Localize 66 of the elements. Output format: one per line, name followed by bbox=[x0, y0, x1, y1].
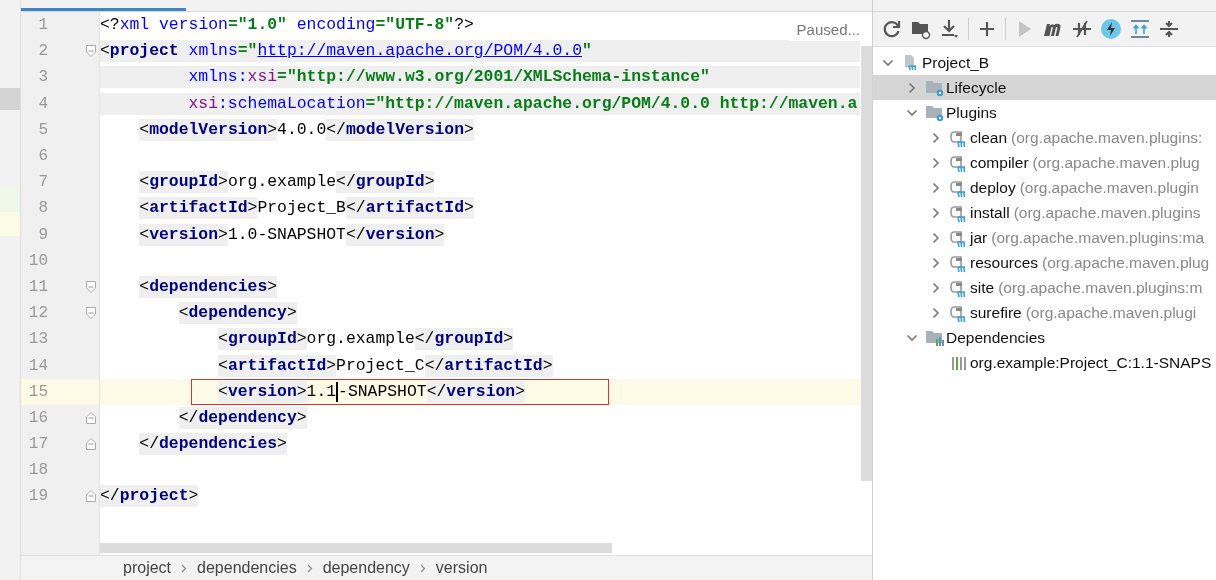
line-number: 1 bbox=[37, 16, 48, 35]
code-line: <groupId>org.example</groupId> bbox=[138, 171, 435, 194]
collapse-all-icon[interactable] bbox=[1158, 18, 1180, 40]
code-line: <dependencies> bbox=[138, 275, 278, 298]
scrollbar[interactable] bbox=[100, 543, 612, 553]
line-number: 11 bbox=[27, 277, 48, 296]
line-number: 17 bbox=[27, 435, 48, 454]
tree-item[interactable]: resources (org.apache.maven.plug bbox=[873, 250, 1216, 275]
expand-all-icon[interactable] bbox=[1129, 18, 1151, 40]
code-line: <dependency> bbox=[177, 302, 297, 325]
line-number: 15 bbox=[27, 382, 48, 401]
line-number: 12 bbox=[27, 304, 48, 323]
code-line: </project> bbox=[100, 485, 199, 508]
tree-item[interactable]: deploy (org.apache.maven.plugin bbox=[873, 175, 1216, 200]
fold-icon[interactable] bbox=[86, 45, 96, 58]
code-line: </dependency> bbox=[177, 406, 307, 429]
line-number: 2 bbox=[37, 42, 48, 61]
line-number: 6 bbox=[37, 147, 48, 166]
breadcrumb-item[interactable]: project bbox=[123, 559, 172, 577]
chevron-icon bbox=[181, 563, 188, 573]
line-number: 10 bbox=[27, 251, 48, 270]
download-icon[interactable] bbox=[939, 18, 961, 40]
line-number: 9 bbox=[37, 225, 48, 244]
line-number: 19 bbox=[27, 487, 48, 506]
line-number: 5 bbox=[37, 120, 48, 139]
tree-item[interactable]: jar (org.apache.maven.plugins:ma bbox=[873, 225, 1216, 250]
line-number: 13 bbox=[27, 330, 48, 349]
tree-item[interactable]: Dependencies bbox=[873, 325, 1216, 350]
fold-icon[interactable] bbox=[86, 411, 96, 424]
tree-item[interactable]: install (org.apache.maven.plugins bbox=[873, 200, 1216, 225]
lightning-icon[interactable] bbox=[1100, 18, 1122, 40]
tree-item[interactable]: site (org.apache.maven.plugins:m bbox=[873, 275, 1216, 300]
tree-item[interactable]: clean (org.apache.maven.plugins: bbox=[873, 125, 1216, 150]
refresh-icon[interactable] bbox=[881, 18, 903, 40]
skip-icon[interactable] bbox=[1071, 18, 1093, 40]
line-number: 3 bbox=[37, 68, 48, 87]
fold-icon[interactable] bbox=[86, 438, 96, 451]
scrollbar[interactable] bbox=[861, 46, 872, 481]
fold-icon[interactable] bbox=[86, 307, 96, 320]
chevron-icon bbox=[306, 563, 313, 573]
line-number: 16 bbox=[27, 408, 48, 427]
code-line: <artifactId>Project_C</artifactId> bbox=[217, 354, 553, 377]
fold-icon[interactable] bbox=[86, 490, 96, 503]
tree-item[interactable]: Lifecycle bbox=[873, 75, 1216, 100]
chevron-icon bbox=[419, 563, 426, 573]
code-line: <?xml version="1.0" encoding="UTF-8"?> bbox=[100, 14, 474, 37]
code-line: <artifactId>Project_B</artifactId> bbox=[138, 197, 474, 220]
line-number: 14 bbox=[27, 356, 48, 375]
code-line: <version>1.1-SNAPSHOT</version> bbox=[217, 380, 525, 403]
line-number: 8 bbox=[37, 199, 48, 218]
breadcrumb-item[interactable]: version bbox=[435, 559, 488, 577]
fold-icon[interactable] bbox=[86, 280, 96, 293]
tree-item[interactable]: org.example:Project_C:1.1-SNAPS bbox=[873, 350, 1216, 375]
code-line: <modelVersion>4.0.0</modelVersion> bbox=[138, 118, 474, 141]
breadcrumb-item[interactable]: dependencies bbox=[197, 559, 297, 577]
breadcrumb-item[interactable]: dependency bbox=[322, 559, 410, 577]
code-line: <version>1.0-SNAPSHOT</version> bbox=[138, 223, 445, 246]
line-number: 18 bbox=[27, 461, 48, 480]
tree-item[interactable]: surefire (org.apache.maven.plugi bbox=[873, 300, 1216, 325]
tree-item[interactable]: compiler (org.apache.maven.plug bbox=[873, 150, 1216, 175]
code-line: </dependencies> bbox=[138, 433, 287, 456]
tree-item[interactable]: Project_B bbox=[873, 50, 1216, 75]
line-number: 4 bbox=[37, 94, 48, 113]
tree-item[interactable]: Plugins bbox=[873, 100, 1216, 125]
line-number: 7 bbox=[37, 173, 48, 192]
code-line: <groupId>org.example</groupId> bbox=[217, 328, 514, 351]
